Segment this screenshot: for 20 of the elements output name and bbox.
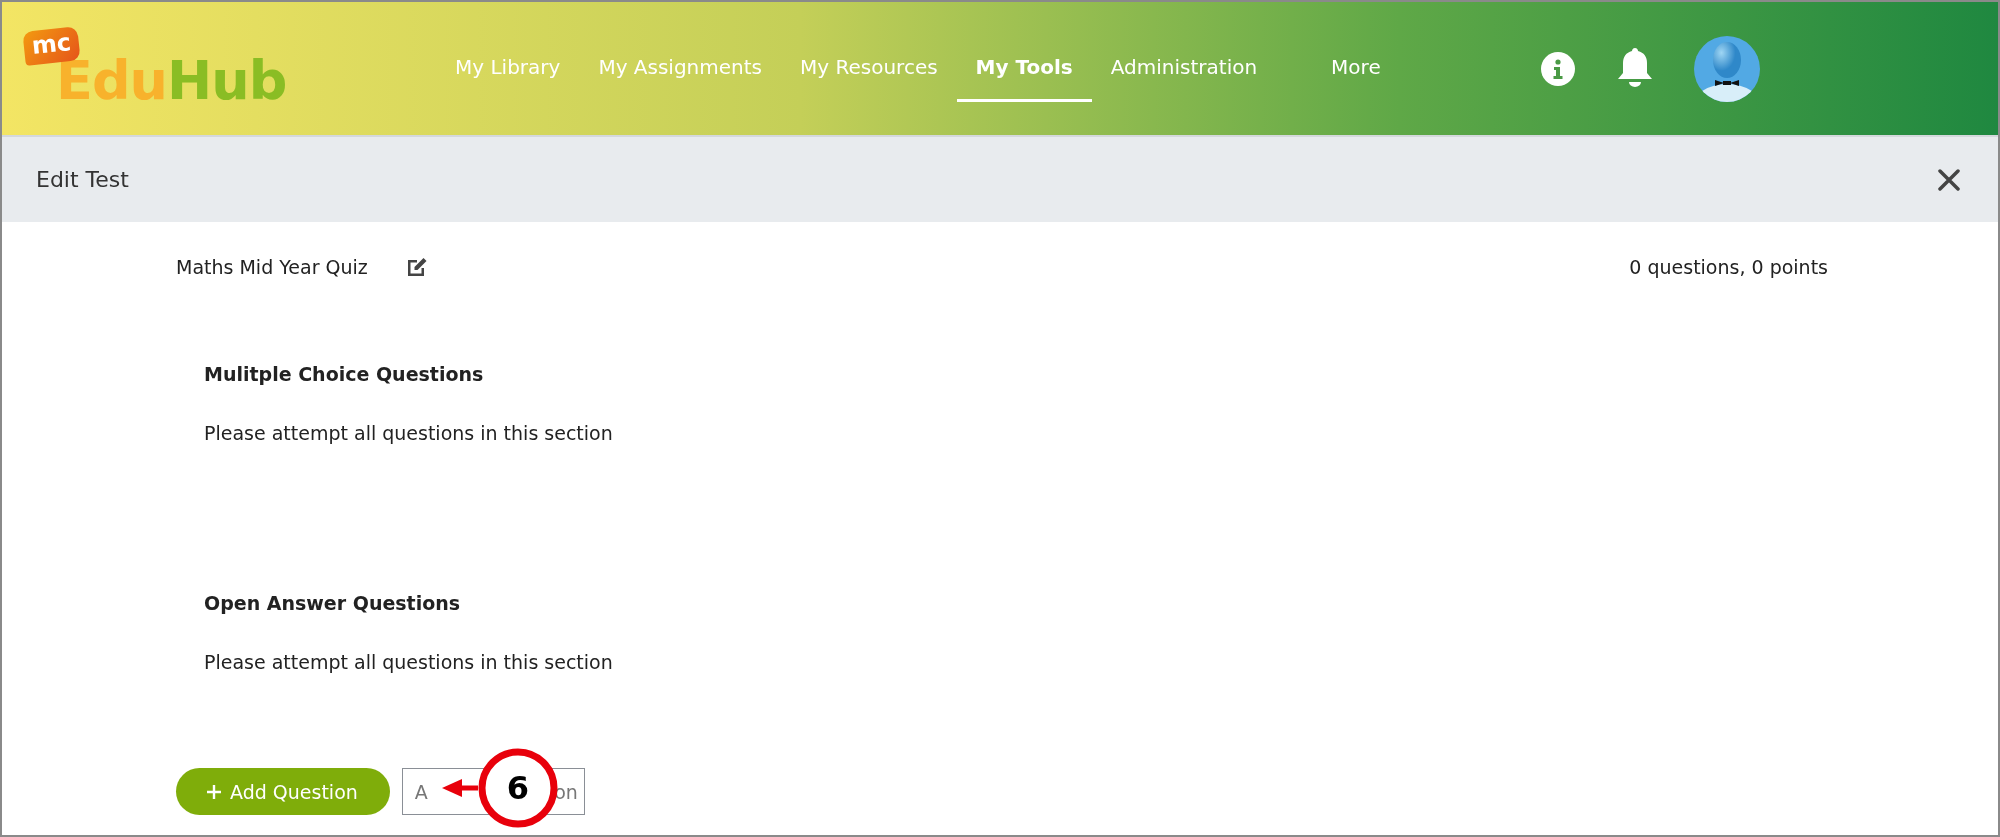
section-heading: Mulitple Choice Questions <box>204 363 485 385</box>
section-instructions: Please attempt all questions in this section <box>204 422 614 444</box>
callout-number: 6 <box>506 769 530 807</box>
nav-tab[interactable]: Administration <box>1091 35 1277 102</box>
nav-tab[interactable]: More <box>1312 35 1400 102</box>
close-icon[interactable] <box>1938 168 1960 191</box>
info-icon[interactable] <box>1539 50 1576 87</box>
test-summary: 0 questions, 0 points <box>1629 256 1828 278</box>
add-question-button[interactable]: Add Question <box>176 768 390 815</box>
edit-icon[interactable] <box>405 257 428 277</box>
avatar-icon[interactable] <box>1693 35 1760 102</box>
nav-tab[interactable]: My Tools <box>956 35 1092 102</box>
nav-tab[interactable]: My Library <box>436 35 580 102</box>
nav-tab[interactable]: My Resources <box>781 35 957 102</box>
panel-title: Edit Test <box>36 167 129 192</box>
section-heading: Open Answer Questions <box>204 592 462 614</box>
test-name: Maths Mid Year Quiz <box>176 256 368 278</box>
nav-tab[interactable]: My Assignments <box>579 35 781 102</box>
plus-icon <box>206 783 222 800</box>
section-instructions: Please attempt all questions in this section <box>204 651 614 673</box>
